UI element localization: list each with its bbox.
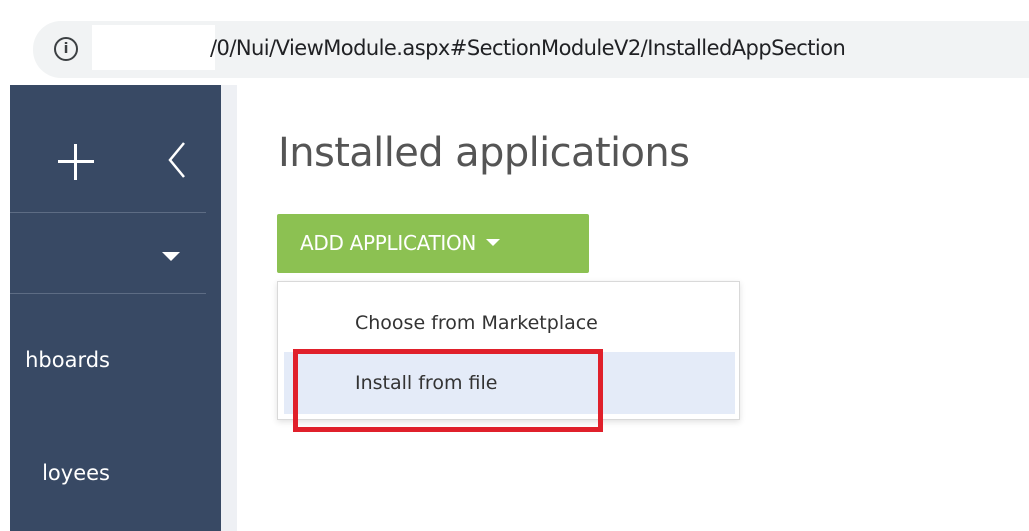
caret-down-icon[interactable] — [162, 252, 180, 261]
url-redaction — [92, 25, 215, 70]
sidebar-divider — [10, 212, 206, 213]
menu-item-choose-from-marketplace[interactable]: Choose from Marketplace — [284, 292, 735, 354]
plus-icon[interactable] — [56, 142, 96, 182]
browser-address-bar: i /0/Nui/ViewModule.aspx#SectionModuleV2… — [0, 0, 1029, 85]
sidebar-item-employees[interactable]: loyees — [10, 453, 210, 493]
caret-down-icon — [486, 239, 501, 246]
sidebar-edge — [0, 85, 10, 531]
sidebar-item-label: loyees — [42, 461, 110, 485]
sidebar-item-label: hboards — [25, 348, 110, 372]
add-application-label: ADD APPLICATION — [300, 231, 477, 255]
highlight-box — [293, 349, 603, 432]
chevron-left-icon[interactable] — [162, 140, 192, 180]
sidebar-divider — [10, 293, 206, 294]
info-icon[interactable]: i — [54, 37, 78, 61]
url-text[interactable]: /0/Nui/ViewModule.aspx#SectionModuleV2/I… — [210, 33, 846, 63]
sidebar-item-dashboards[interactable]: hboards — [10, 340, 210, 380]
page-title: Installed applications — [278, 130, 690, 176]
add-application-button[interactable]: ADD APPLICATION — [277, 214, 589, 273]
content-divider — [221, 85, 237, 531]
